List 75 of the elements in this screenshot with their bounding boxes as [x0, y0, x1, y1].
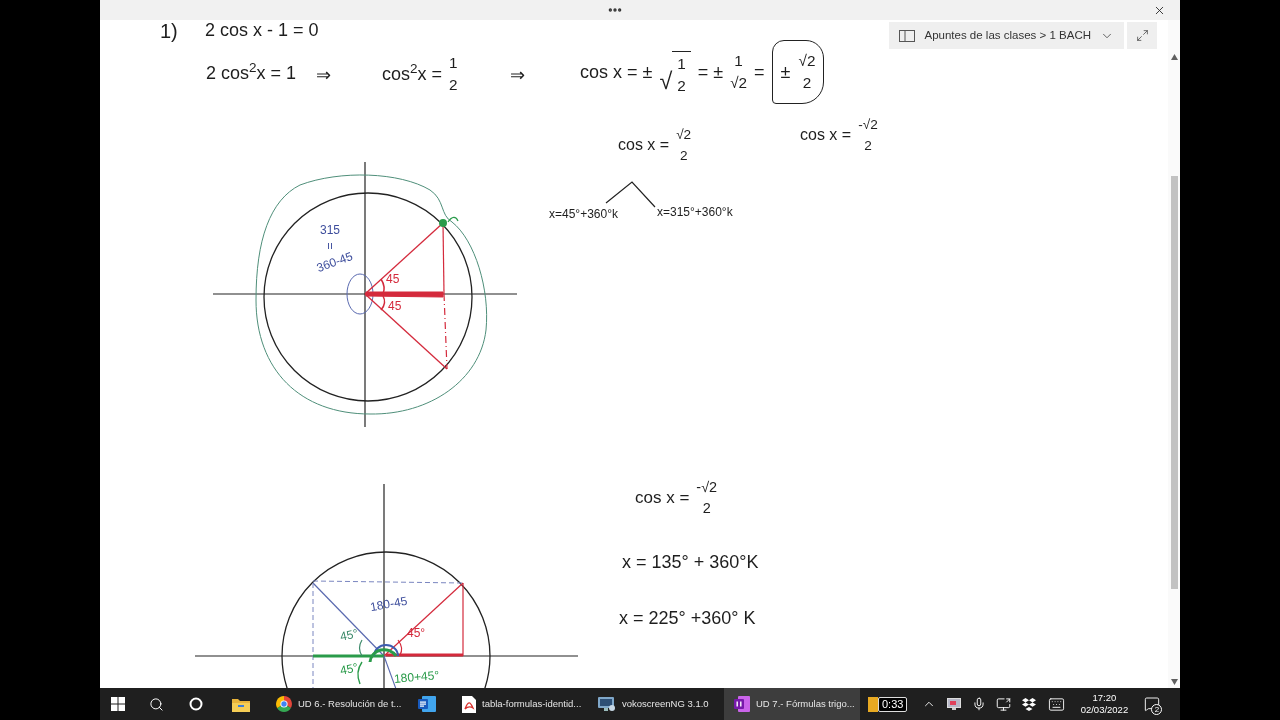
angle-label: 315 [320, 224, 341, 236]
angle-label: 360-45 [315, 249, 355, 275]
windows-logo-icon [111, 697, 125, 711]
notification-count: 2 [1151, 704, 1163, 715]
radical-sign: √ [659, 69, 673, 94]
notebook-icon [899, 29, 916, 42]
ring-icon [189, 697, 203, 711]
fraction-denominator: √2 [730, 75, 748, 91]
handwritten-math: x = 225° +360° K [619, 609, 756, 627]
keyboard-icon [1047, 695, 1065, 713]
search-icon [148, 696, 164, 712]
fraction-denominator: 2 [864, 138, 872, 153]
fraction-numerator: √2 [798, 53, 816, 69]
fraction-denominator: 2 [679, 148, 688, 163]
box-icon [1021, 697, 1036, 711]
fraction-numerator: 1 [449, 55, 458, 71]
handwritten-math: x = 135° + 360°K [622, 553, 759, 571]
handwritten-math: cos x = [800, 127, 852, 144]
handwritten-math: x=45°+360°k [549, 208, 618, 220]
handwritten-math: 1) [160, 21, 178, 41]
document-app-icon [418, 696, 436, 712]
fraction-denominator: 2 [802, 75, 812, 91]
scroll-up-arrow-icon[interactable] [1170, 54, 1178, 60]
taskbar-app-button[interactable]: tabla-formulas-identid... [452, 688, 588, 720]
handwritten-math: ± [780, 62, 791, 81]
recording-indicator-icon [868, 696, 878, 712]
branch-lines-drawing [605, 181, 656, 208]
screen-icon [946, 698, 961, 710]
handwritten-math: 2 cos x - 1 = 0 [205, 21, 319, 39]
clock[interactable]: 17:20 02/03/2022 [1075, 688, 1134, 720]
fraction-denominator: 2 [677, 77, 686, 94]
handwritten-math: ⇒ [316, 66, 331, 84]
expand-icon [1135, 29, 1149, 42]
fraction-denominator: 2 [702, 501, 711, 516]
handwritten-math: = ± [697, 62, 724, 81]
angle-label: 180-45 [369, 594, 409, 614]
notebook-app-icon [734, 696, 750, 712]
taskbar-app-button[interactable]: UD 7.- Fórmulas trigo... [724, 688, 860, 720]
handwritten-math: = [754, 62, 765, 81]
monitor-icon [598, 696, 616, 712]
angle-label: 45° [338, 661, 360, 677]
scroll-down-arrow-icon[interactable] [1170, 679, 1178, 685]
handwritten-math: cos x = [635, 489, 690, 507]
handwritten-math: cos x = ± [580, 62, 653, 81]
screen-share-icon [996, 696, 1012, 712]
notifications-button[interactable]: 2 [1136, 688, 1169, 720]
taskbar-app-button[interactable]: UD 6.- Resolución de t... [266, 688, 402, 720]
fraction-numerator: -√2 [696, 480, 718, 495]
angle-label: 45 [388, 300, 402, 312]
timer-reading: 0:33 [878, 696, 908, 712]
angle-label: = [323, 242, 336, 250]
angle-label: 180+45° [393, 669, 440, 685]
browser-icon [276, 696, 292, 712]
fraction-numerator: √2 [676, 128, 692, 142]
angle-label: 45° [338, 627, 360, 643]
fraction-numerator: 1 [677, 55, 686, 71]
message-icon [1144, 696, 1161, 712]
handwritten-math: cos$^{2}$x = [382, 64, 443, 83]
angle-label: 45° [407, 627, 426, 639]
fraction-denominator: 2 [449, 77, 458, 93]
folder-icon [232, 696, 250, 712]
expand-button[interactable] [1127, 22, 1157, 49]
fraction-numerator: -√2 [858, 118, 878, 132]
handwritten-math: cos x = [618, 137, 670, 154]
recorder-timer[interactable]: 0:33 [868, 696, 908, 712]
fraction-numerator: 1 [734, 53, 743, 69]
handwritten-math: 2 cos$^{2}$x = 1 [206, 64, 297, 82]
microphone-icon [971, 697, 986, 711]
pdf-file-icon [462, 695, 476, 713]
angle-label: 45 [386, 273, 400, 285]
taskbar-app-button[interactable]: vokoscreenNG 3.1.0 [588, 688, 724, 720]
notebook-breadcrumb[interactable]: Apuntes de las clases > 1 BACH [889, 22, 1124, 49]
handwritten-math: x=315°+360°k [657, 206, 733, 218]
handwritten-math: ⇒ [510, 66, 525, 84]
scrollbar-thumb[interactable] [1170, 176, 1178, 589]
